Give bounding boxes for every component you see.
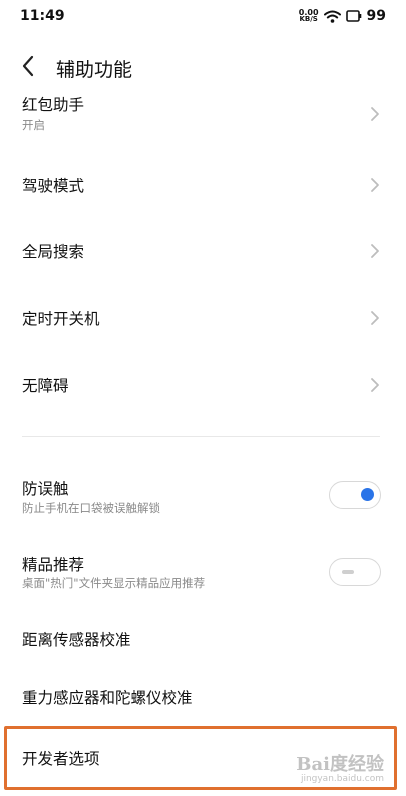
watermark-logo: Bai度经验 jingyan.baidu.com <box>296 754 384 784</box>
setting-subtitle: 开启 <box>22 118 45 132</box>
battery-icon <box>345 10 361 22</box>
setting-item-scheduled-power[interactable]: 定时开关机 <box>0 289 406 345</box>
setting-item-red-envelope[interactable]: 红包助手 开启 <box>0 96 406 146</box>
section-divider <box>22 436 380 437</box>
recommended-apps-toggle[interactable] <box>329 558 381 586</box>
chevron-right-icon <box>371 311 379 325</box>
chevron-right-icon <box>371 178 379 192</box>
page-title: 辅助功能 <box>56 59 133 81</box>
setting-title: 防误触 <box>22 480 69 498</box>
setting-title: 重力感应器和陀螺仪校准 <box>22 689 193 707</box>
setting-title: 全局搜索 <box>22 243 85 261</box>
setting-title: 无障碍 <box>22 377 69 395</box>
setting-item-accessibility[interactable]: 无障碍 <box>0 356 406 412</box>
chevron-left-icon <box>22 55 34 77</box>
setting-item-global-search[interactable]: 全局搜索 <box>0 222 406 278</box>
battery-level: 99 <box>366 8 386 24</box>
setting-item-anti-mistouch[interactable]: 防误触 防止手机在口袋被误触解锁 <box>0 470 406 526</box>
toggle-knob <box>342 570 354 574</box>
page-header: 辅助功能 <box>0 36 406 96</box>
setting-subtitle: 防止手机在口袋被误触解锁 <box>22 501 160 515</box>
setting-title: 距离传感器校准 <box>22 631 131 649</box>
setting-item-proximity-calibration[interactable]: 距离传感器校准 <box>0 614 406 664</box>
back-button[interactable] <box>10 50 46 82</box>
net-speed: 0.00 KB/S <box>298 8 319 23</box>
setting-item-recommended-apps[interactable]: 精品推荐 桌面"热门"文件夹显示精品应用推荐 <box>0 548 406 604</box>
status-icons: 0.00 KB/S 99 <box>299 6 386 26</box>
wifi-icon <box>323 10 341 23</box>
setting-item-driving-mode[interactable]: 驾驶模式 <box>0 156 406 212</box>
setting-title: 精品推荐 <box>22 556 85 574</box>
status-bar: 11:49 0.00 KB/S 99 <box>0 0 406 32</box>
setting-title: 红包助手 <box>22 96 85 114</box>
chevron-right-icon <box>371 107 379 121</box>
setting-item-gyro-calibration[interactable]: 重力感应器和陀螺仪校准 <box>0 674 406 724</box>
anti-mistouch-toggle[interactable] <box>329 481 381 509</box>
setting-title: 定时开关机 <box>22 310 100 328</box>
chevron-right-icon <box>371 378 379 392</box>
setting-title: 驾驶模式 <box>22 177 85 195</box>
chevron-right-icon <box>371 244 379 258</box>
status-time: 11:49 <box>20 8 65 24</box>
setting-subtitle: 桌面"热门"文件夹显示精品应用推荐 <box>22 576 206 590</box>
toggle-knob <box>361 488 374 501</box>
